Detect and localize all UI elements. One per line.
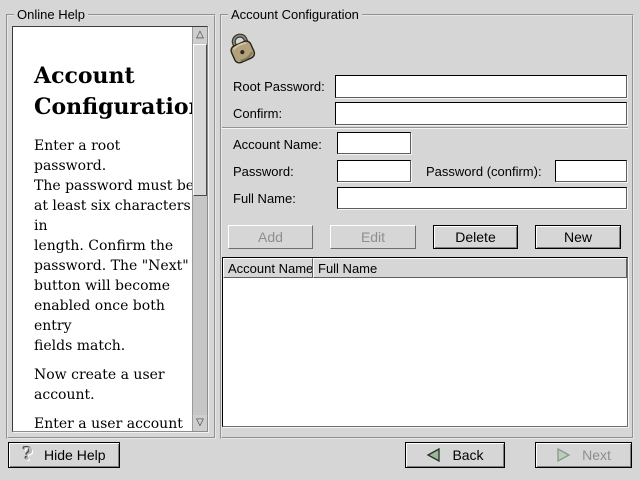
new-button-label: New xyxy=(564,229,592,245)
separator xyxy=(222,127,628,129)
full-name-label: Full Name: xyxy=(233,191,296,206)
root-password-input[interactable] xyxy=(335,75,627,98)
next-button-label: Next xyxy=(582,447,611,463)
help-heading: Account Configuration xyxy=(34,61,196,123)
help-text-viewport: Account Configuration Enter a root passw… xyxy=(12,26,208,432)
scrollbar-down-button[interactable]: ▽ xyxy=(193,415,207,431)
add-button[interactable]: Add xyxy=(228,225,313,249)
help-paragraph: Enter a user account name. Then, create … xyxy=(34,414,196,432)
new-button[interactable]: New xyxy=(535,225,621,249)
account-configuration-frame-label: Account Configuration xyxy=(228,7,362,22)
scrollbar-thumb[interactable] xyxy=(193,44,207,196)
padlock-icon xyxy=(225,29,259,65)
accounts-table-header: Account Name Full Name xyxy=(223,258,627,278)
root-password-label: Root Password: xyxy=(233,79,325,94)
back-button-label: Back xyxy=(452,447,483,463)
column-header-account-name[interactable]: Account Name xyxy=(223,258,313,278)
password-label: Password: xyxy=(233,164,294,179)
online-help-frame-label: Online Help xyxy=(14,7,88,22)
help-paragraph: Now create a user account. xyxy=(34,365,196,405)
scrollbar-up-button[interactable]: △ xyxy=(193,27,207,43)
confirm-label: Confirm: xyxy=(233,106,282,121)
next-arrow-icon xyxy=(556,448,571,462)
edit-button[interactable]: Edit xyxy=(330,225,416,249)
accounts-table: Account Name Full Name xyxy=(222,257,628,427)
account-name-input[interactable] xyxy=(337,132,411,154)
accounts-table-body[interactable] xyxy=(223,278,627,426)
password-input[interactable] xyxy=(337,160,411,182)
edit-button-label: Edit xyxy=(361,229,385,245)
add-button-label: Add xyxy=(258,229,283,245)
next-button[interactable]: Next xyxy=(535,442,632,468)
delete-button[interactable]: Delete xyxy=(433,225,518,249)
password-confirm-input[interactable] xyxy=(555,160,627,182)
hide-help-button-label: Hide Help xyxy=(44,447,105,463)
help-paragraph: Enter a root password. The password must… xyxy=(34,136,196,356)
help-text: Account Configuration Enter a root passw… xyxy=(34,61,196,432)
back-button[interactable]: Back xyxy=(405,442,505,468)
hide-help-button[interactable]: ? Hide Help xyxy=(8,442,120,468)
back-arrow-icon xyxy=(426,448,441,462)
password-confirm-label: Password (confirm): xyxy=(426,164,542,179)
installer-window: Online Help Account Configuration Enter … xyxy=(0,0,640,480)
confirm-password-input[interactable] xyxy=(335,102,627,125)
account-name-label: Account Name: xyxy=(233,137,322,152)
column-header-full-name[interactable]: Full Name xyxy=(313,258,627,278)
question-mark-icon: ? xyxy=(22,446,33,464)
full-name-input[interactable] xyxy=(337,187,627,209)
arrow-up-icon: △ xyxy=(196,30,204,40)
delete-button-label: Delete xyxy=(455,229,495,245)
help-scrollbar[interactable]: △ ▽ xyxy=(192,27,207,431)
arrow-down-icon: ▽ xyxy=(196,418,204,428)
